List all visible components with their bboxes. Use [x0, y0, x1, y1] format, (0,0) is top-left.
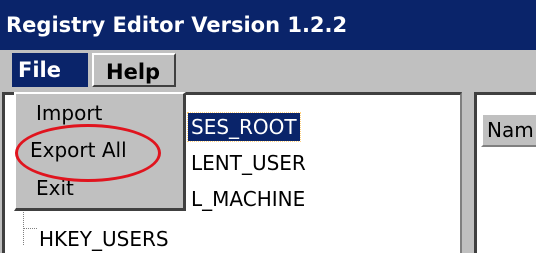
menu-bar: File Help	[0, 50, 536, 91]
title-bar: Registry Editor Version 1.2.2	[0, 0, 536, 50]
splitter[interactable]	[462, 92, 474, 253]
column-header-name[interactable]: Nam	[481, 113, 536, 147]
menu-file[interactable]: File	[12, 53, 88, 87]
menu-help[interactable]: Help	[92, 53, 176, 87]
values-list-panel[interactable]: Nam	[474, 92, 536, 253]
window-title: Registry Editor Version 1.2.2	[6, 13, 348, 37]
tree-item-hkey-users[interactable]: HKEY_USERS	[39, 225, 169, 253]
tree-item-hkey-local-machine[interactable]: L_MACHINE	[191, 185, 305, 213]
menu-item-exit[interactable]: Exit	[16, 171, 183, 205]
tree-item-hkey-classes-root[interactable]: SES_ROOT	[187, 112, 301, 142]
menu-item-import[interactable]: Import	[16, 96, 183, 130]
tree-connector	[23, 228, 37, 229]
menu-item-export-all[interactable]: Export All	[16, 133, 183, 167]
file-dropdown-menu: Import Export All Exit	[14, 92, 186, 211]
tree-item-hkey-current-user[interactable]: LENT_USER	[191, 149, 306, 177]
